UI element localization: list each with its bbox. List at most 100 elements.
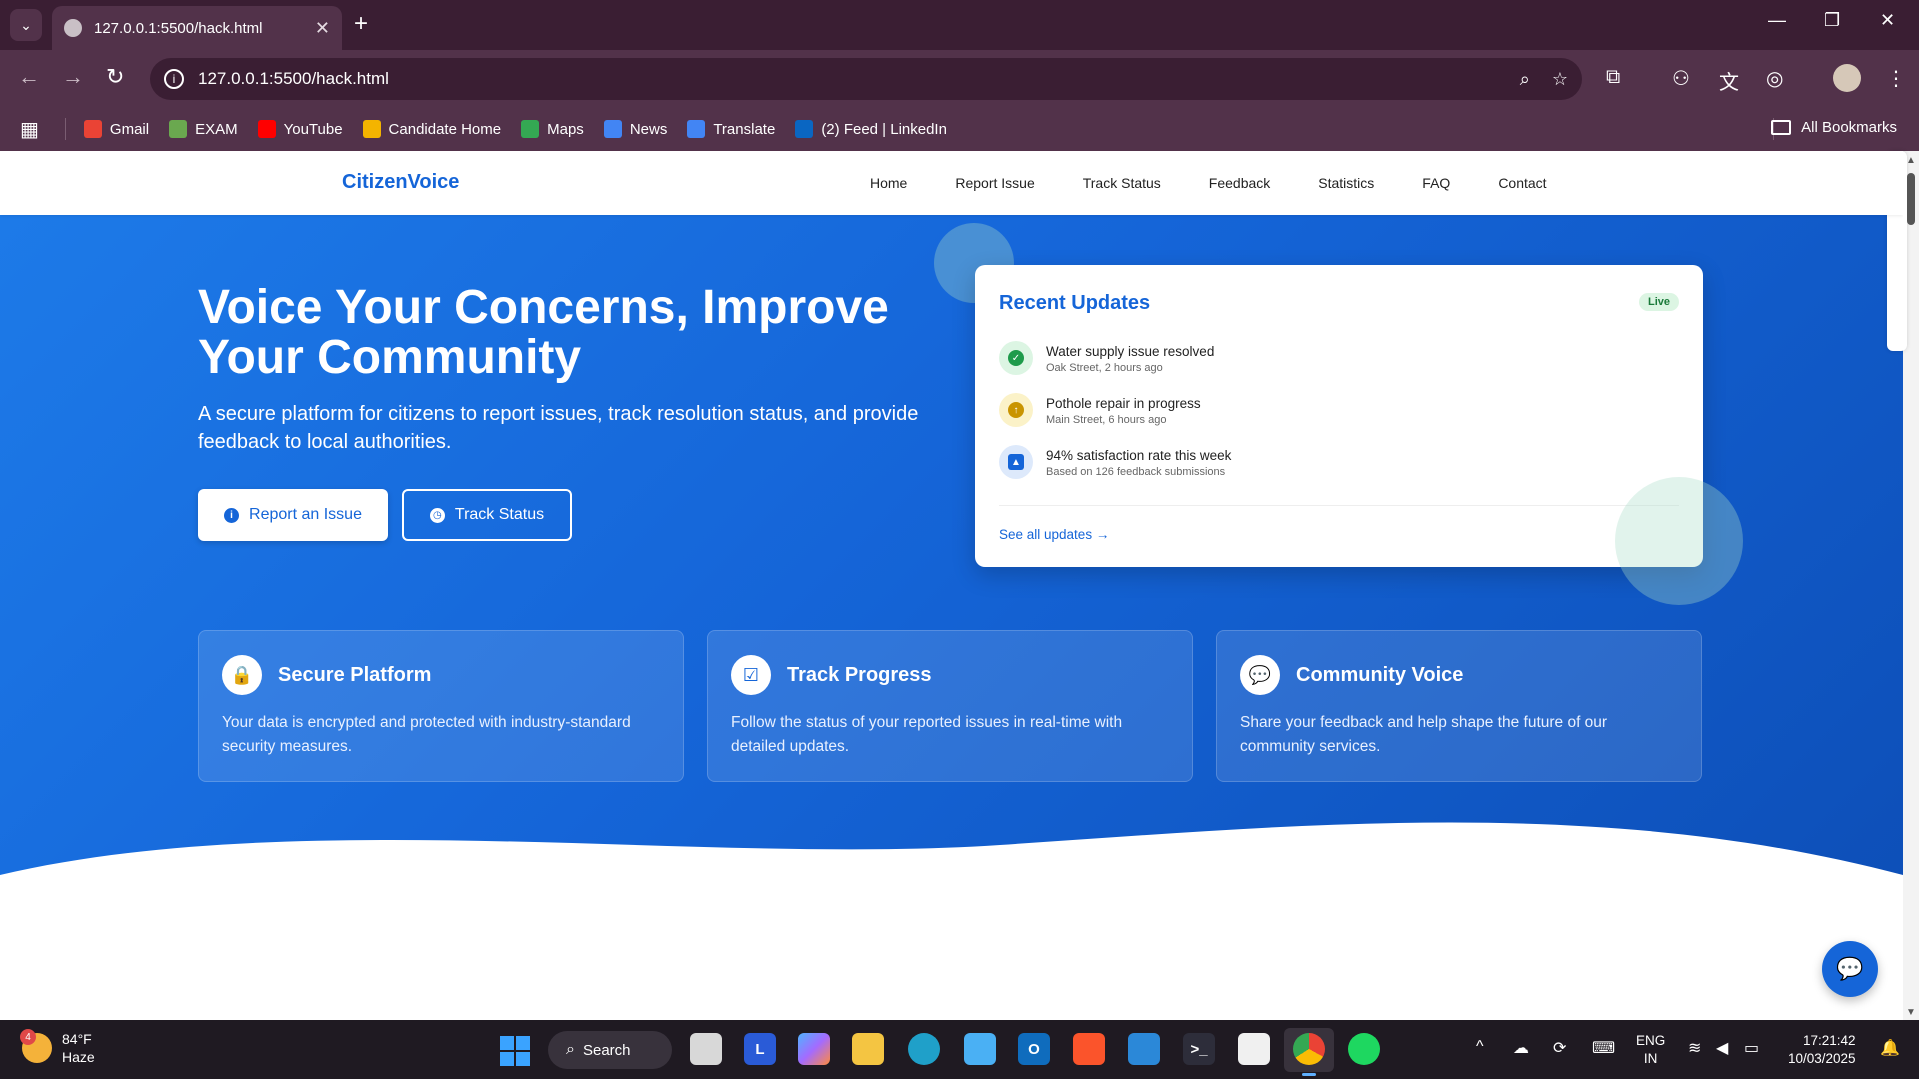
weather-icon: 4 [20,1029,52,1063]
translate-icon [687,120,706,138]
menu-dots-icon[interactable]: ⋮ [1886,66,1906,91]
store-icon[interactable] [1238,1033,1270,1065]
taskbar-search[interactable]: ⌕ Search [548,1031,672,1069]
tab-search-button[interactable]: ⌄ [10,9,42,41]
tray-chevron-icon[interactable]: ^ [1476,1038,1484,1056]
browser-tab[interactable]: 127.0.0.1:5500/hack.html ✕ [52,6,342,50]
bookmark-maps[interactable]: Maps [521,120,584,138]
restore-button[interactable]: ❐ [1824,10,1840,31]
copilot-icon[interactable] [798,1033,830,1065]
file-explorer-icon[interactable] [852,1033,884,1065]
edge-icon[interactable] [908,1033,940,1065]
wifi-icon[interactable]: ≋ [1688,1038,1701,1058]
nav-track-status[interactable]: Track Status [1083,175,1161,191]
exam-icon [169,120,188,138]
start-button[interactable] [500,1036,530,1066]
clipboard-check-icon: ☑ [731,655,771,695]
bookmark-youtube[interactable]: YouTube [257,120,343,138]
live-badge: Live [1638,293,1679,311]
maps-icon [521,120,540,138]
bookmark-translate[interactable]: Translate [687,120,775,138]
bookmark-label: YouTube [283,120,343,138]
hero-section: Voice Your Concerns, Improve Your Commun… [0,215,1903,895]
updates-title: Recent Updates [999,292,1151,314]
spotify-icon[interactable] [1348,1033,1380,1065]
notification-icon[interactable]: 🔔 [1880,1038,1900,1058]
task-view-icon[interactable] [690,1033,722,1065]
nav-report-issue[interactable]: Report Issue [955,175,1034,191]
close-window-button[interactable]: ✕ [1880,10,1895,31]
tab-title: 127.0.0.1:5500/hack.html [94,19,263,37]
app-l-icon[interactable]: L [744,1033,776,1065]
battery-icon[interactable]: ▭ [1744,1038,1759,1058]
lens-icon[interactable]: ◎ [1766,66,1783,91]
nav-contact[interactable]: Contact [1498,175,1546,191]
weather-temp: 84°F [62,1031,92,1047]
volume-icon[interactable]: ◀ [1716,1038,1728,1058]
site-brand[interactable]: CitizenVoice [342,171,459,194]
new-tab-button[interactable]: + [354,10,368,38]
terminal-icon[interactable]: >_ [1183,1033,1215,1065]
bookmark-label: Maps [547,120,584,138]
bookmark-gmail[interactable]: Gmail [83,120,149,138]
minimize-button[interactable]: — [1768,10,1786,31]
language-indicator[interactable]: ENG IN [1636,1032,1665,1068]
onedrive-icon[interactable]: ☁ [1513,1038,1529,1058]
bookmark-news[interactable]: News [603,120,667,138]
feature-text: Follow the status of your reported issue… [731,714,1123,755]
vscode-icon[interactable] [1128,1033,1160,1065]
active-indicator [1302,1073,1316,1076]
bookmark-exam[interactable]: EXAM [169,120,238,138]
all-bookmarks-label: All Bookmarks [1801,119,1897,136]
nav-faq[interactable]: FAQ [1422,175,1450,191]
track-status-button[interactable]: ◷ Track Status [402,489,572,541]
nav-links: Home Report Issue Track Status Feedback … [870,175,1595,191]
keyboard-icon[interactable]: ⌨ [1592,1038,1615,1058]
weather-condition: Haze [62,1049,95,1065]
notepad-icon[interactable] [964,1033,996,1065]
brave-icon[interactable] [1073,1033,1105,1065]
report-issue-button[interactable]: i Report an Issue [198,489,388,541]
forward-button[interactable]: → [62,64,84,90]
incognito-icon[interactable]: ⚇ [1672,66,1690,91]
reload-button[interactable]: ↻ [106,64,124,90]
bookmark-label: Translate [713,120,776,138]
youtube-icon [257,120,276,138]
extensions-icon[interactable]: ⧉ [1606,66,1620,89]
apps-grid-icon[interactable]: ▦ [20,117,39,142]
page-scrollbar[interactable]: ▲ ▼ [1887,151,1919,1020]
all-bookmarks-button[interactable]: All Bookmarks [1771,119,1897,136]
scroll-down-icon[interactable]: ▼ [1906,1007,1916,1018]
nav-feedback[interactable]: Feedback [1209,175,1270,191]
bookmark-star-icon[interactable]: ☆ [1552,69,1568,90]
windows-taskbar: 4 84°F Haze ⌕ Search L O >_ ^ ☁ ⟳ ⌨ ENG … [0,1020,1919,1079]
system-clock[interactable]: 17:21:42 10/03/2025 [1788,1032,1856,1068]
browser-toolbar: ← → ↻ i 127.0.0.1:5500/hack.html ⌕ ☆ ⧉ ⚇… [0,50,1919,107]
back-button[interactable]: ← [18,64,40,90]
update-icon-wrap: ▲ [999,445,1033,479]
nav-home[interactable]: Home [870,175,907,191]
bookmark-linkedin[interactable]: (2) Feed | LinkedIn [795,120,947,138]
region-code: IN [1643,1051,1658,1066]
site-info-icon[interactable]: i [164,69,184,89]
scroll-thumb[interactable] [1907,173,1915,225]
profile-avatar[interactable] [1833,64,1861,92]
see-all-updates-link[interactable]: See all updates → [999,527,1109,542]
chrome-icon[interactable] [1293,1033,1325,1065]
scroll-up-icon[interactable]: ▲ [1906,155,1916,166]
weather-widget[interactable]: 4 84°F Haze [20,1029,95,1066]
translate-icon[interactable]: 文 [1719,66,1739,95]
linkedin-icon [795,120,814,138]
close-tab-icon[interactable]: ✕ [315,18,330,39]
nav-statistics[interactable]: Statistics [1318,175,1374,191]
zoom-icon[interactable]: ⌕ [1520,69,1530,90]
chat-fab-button[interactable]: 💬 [1822,941,1878,997]
hero-wave [0,822,1903,895]
address-bar[interactable]: i 127.0.0.1:5500/hack.html ⌕ ☆ [150,58,1582,100]
update-item: ✓ Water supply issue resolved Oak Street… [999,341,1214,375]
bookmark-candidate-home[interactable]: Candidate Home [362,120,501,138]
sync-icon[interactable]: ⟳ [1553,1038,1566,1058]
outlook-icon[interactable]: O [1018,1033,1050,1065]
bookmarks-bar: ▦ Gmail EXAM YouTube Candidate Home Maps… [0,107,1919,151]
globe-icon [64,19,82,37]
